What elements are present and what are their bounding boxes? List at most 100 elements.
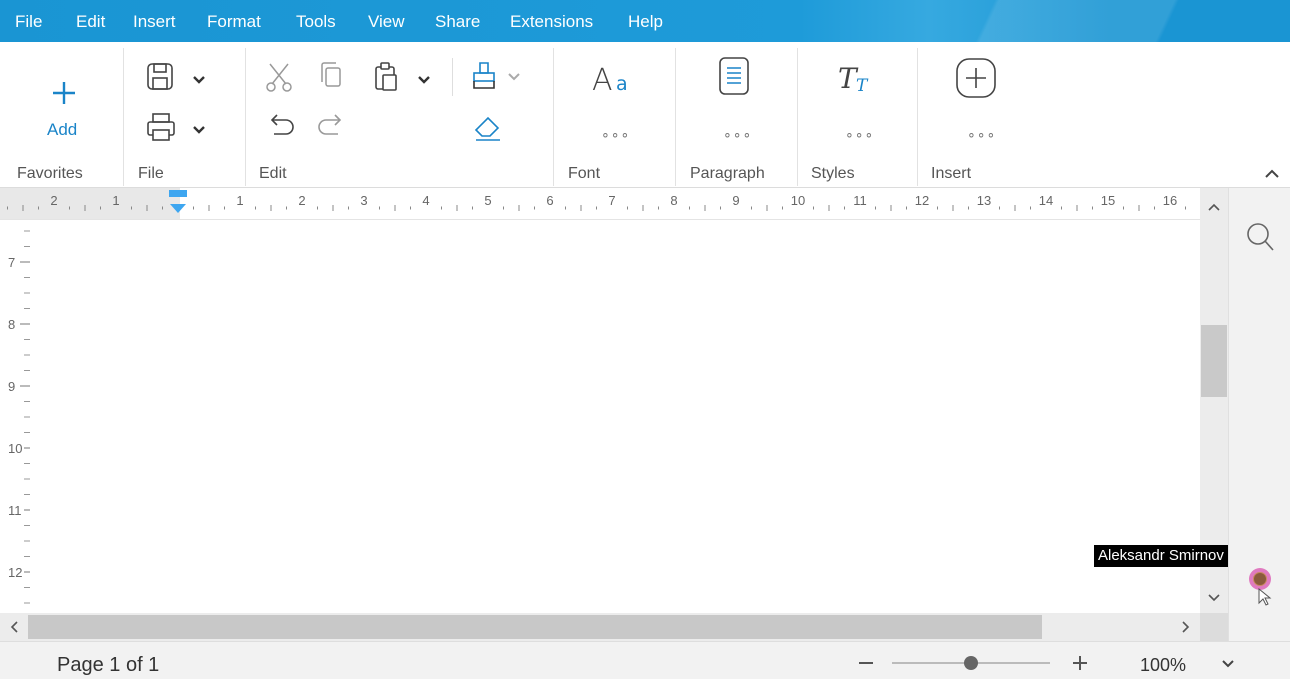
scroll-up-icon[interactable] — [1200, 194, 1228, 218]
plus-icon — [53, 82, 75, 104]
indent-marker[interactable] — [169, 190, 187, 214]
svg-text:T: T — [856, 76, 869, 96]
ruler-label: 11 — [853, 193, 867, 208]
horizontal-scrollbar[interactable] — [0, 613, 1200, 641]
search-icon — [1247, 223, 1274, 251]
menu-share[interactable]: Share — [435, 13, 480, 30]
save-icon — [147, 63, 205, 90]
group-favorites: Favorites — [17, 165, 83, 182]
insert-more[interactable]: ∘∘∘ — [967, 126, 996, 143]
copy-icon — [321, 62, 341, 87]
styles-button[interactable]: T T — [836, 58, 880, 98]
font-button[interactable]: A a — [590, 58, 640, 98]
separator — [245, 48, 246, 186]
ribbon: Add Favorites File Edit A a ∘∘∘ Font ∘∘∘… — [0, 42, 1290, 188]
styles-icon: T T — [838, 62, 869, 96]
avatar[interactable] — [1249, 568, 1271, 590]
zoom-level: 100% — [1140, 655, 1187, 675]
save-button[interactable] — [145, 60, 209, 96]
document-canvas[interactable] — [36, 220, 1200, 613]
menu-tools[interactable]: Tools — [296, 13, 336, 30]
ruler-label: 9 — [732, 193, 739, 208]
vertical-ruler-label: 8 — [8, 317, 15, 332]
ruler-label: 1 — [112, 193, 119, 208]
styles-more[interactable]: ∘∘∘ — [845, 126, 874, 143]
horizontal-ruler: 2 1 1 2 3 4 5 6 7 8 9 10 11 12 13 14 15 16 — [0, 188, 1200, 220]
print-icon — [147, 113, 205, 141]
zoom-slider-thumb[interactable] — [964, 656, 978, 670]
insert-plus-icon — [956, 58, 996, 98]
format-painter-button[interactable] — [470, 59, 530, 95]
paste-button[interactable] — [372, 60, 436, 94]
ruler-label: 15 — [1101, 193, 1115, 208]
vertical-scroll-thumb[interactable] — [1201, 325, 1227, 397]
chevron-up-icon — [1265, 169, 1279, 178]
menu-file[interactable]: File — [15, 13, 42, 30]
ruler-label: 1 — [236, 193, 243, 208]
menu-view[interactable]: View — [368, 13, 405, 30]
print-button[interactable] — [145, 110, 209, 146]
font-more[interactable]: ∘∘∘ — [601, 126, 630, 143]
zoom-dropdown-icon[interactable] — [1218, 653, 1238, 673]
clear-format-button[interactable] — [472, 112, 504, 144]
menu-bar: File Edit Insert Format Tools View Share… — [0, 0, 1290, 42]
scroll-down-icon[interactable] — [1200, 586, 1228, 610]
cursor-icon — [1258, 588, 1272, 606]
ruler-label: 2 — [50, 193, 57, 208]
vertical-ruler-label: 11 — [8, 503, 22, 518]
separator — [797, 48, 798, 186]
menu-format[interactable]: Format — [207, 13, 261, 30]
vertical-ruler-ticks: 7 8 9 10 11 12 — [8, 230, 30, 604]
ruler-label: 10 — [791, 193, 805, 208]
ruler-label: 6 — [546, 193, 553, 208]
zoom-out-button[interactable] — [854, 651, 878, 675]
ruler-label: 3 — [360, 193, 367, 208]
add-button[interactable] — [49, 78, 79, 108]
status-bar: Page 1 of 1 100% — [0, 641, 1290, 679]
undo-button[interactable] — [264, 110, 296, 142]
ruler-label: 14 — [1039, 193, 1053, 208]
group-paragraph: Paragraph — [690, 165, 765, 182]
cut-button[interactable] — [264, 60, 294, 94]
collaborator-tooltip: Aleksandr Smirnov — [1094, 545, 1228, 567]
insert-button[interactable] — [954, 56, 1002, 100]
scrollbar-corner — [1200, 613, 1228, 641]
page-indicator: Page 1 of 1 — [57, 654, 160, 676]
menu-extensions[interactable]: Extensions — [510, 13, 593, 30]
group-font: Font — [568, 165, 601, 182]
copy-button[interactable] — [318, 60, 348, 94]
scroll-right-icon[interactable] — [1174, 613, 1198, 641]
zoom-slider[interactable] — [892, 656, 1050, 670]
undo-icon — [270, 114, 294, 135]
svg-text:a: a — [616, 73, 628, 95]
separator — [675, 48, 676, 186]
horizontal-scroll-thumb[interactable] — [28, 615, 1042, 639]
vertical-ruler: 7 8 9 10 11 12 — [0, 220, 36, 613]
right-sidebar — [1228, 188, 1290, 641]
ruler-label: 13 — [977, 193, 991, 208]
paste-icon — [375, 62, 430, 91]
vertical-ruler-label: 9 — [8, 379, 15, 394]
group-edit: Edit — [259, 165, 287, 182]
menu-bar-decoration — [860, 0, 1290, 42]
add-button-label: Add — [47, 120, 78, 139]
cut-icon — [266, 63, 292, 92]
menu-insert[interactable]: Insert — [133, 13, 176, 30]
paragraph-button[interactable] — [717, 56, 753, 98]
ruler-label: 16 — [1163, 193, 1177, 208]
redo-button[interactable] — [316, 110, 348, 142]
paragraph-icon — [719, 57, 749, 95]
paragraph-more[interactable]: ∘∘∘ — [723, 126, 752, 143]
vertical-ruler-label: 10 — [8, 441, 22, 456]
scroll-left-icon[interactable] — [2, 613, 26, 641]
collapse-ribbon-button[interactable] — [1262, 164, 1282, 184]
group-file: File — [138, 165, 164, 182]
menu-edit[interactable]: Edit — [76, 13, 105, 30]
font-icon: A a — [592, 63, 628, 98]
menu-help[interactable]: Help — [628, 13, 663, 30]
format-painter-icon — [473, 62, 520, 89]
eraser-icon — [474, 116, 500, 141]
zoom-in-button[interactable] — [1068, 651, 1092, 675]
separator — [553, 48, 554, 186]
search-button[interactable] — [1244, 220, 1276, 254]
